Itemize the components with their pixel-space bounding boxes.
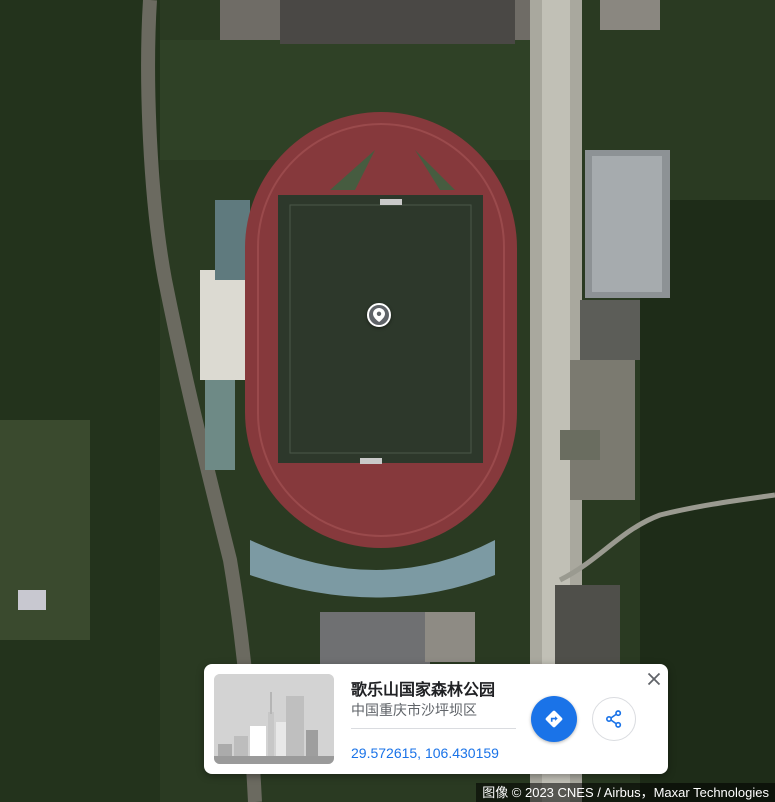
close-button[interactable] [644, 669, 664, 689]
share-button[interactable] [592, 697, 636, 741]
directions-button[interactable] [531, 696, 577, 742]
place-info-card: 歌乐山国家森林公园 中国重庆市沙坪坝区 29.572615, 106.43015… [204, 664, 668, 774]
location-pin-icon[interactable] [367, 303, 391, 327]
place-coordinates[interactable]: 29.572615, 106.430159 [351, 745, 499, 761]
place-address: 中国重庆市沙坪坝区 [351, 702, 477, 718]
share-icon [606, 710, 622, 728]
directions-icon [545, 710, 563, 728]
close-icon [647, 672, 661, 686]
satellite-map[interactable]: 歌乐山国家森林公园 中国重庆市沙坪坝区 29.572615, 106.43015… [0, 0, 775, 802]
place-thumbnail[interactable] [214, 674, 334, 764]
card-divider [351, 728, 516, 729]
place-title: 歌乐山国家森林公园 [351, 682, 496, 699]
city-illustration-icon [214, 674, 334, 764]
imagery-attribution: 图像 © 2023 CNES / Airbus，Maxar Technologi… [476, 783, 775, 802]
